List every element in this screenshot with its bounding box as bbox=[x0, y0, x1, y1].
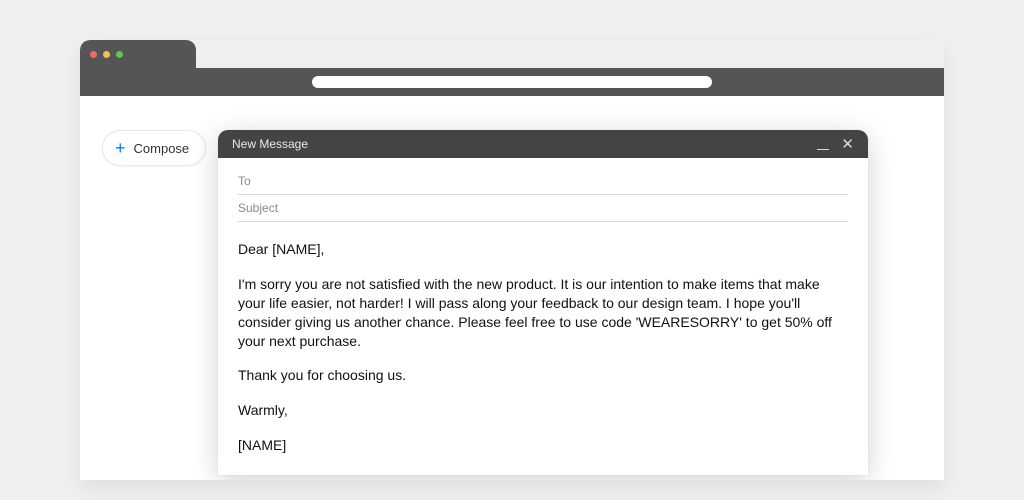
compose-window: New Message ✕ To Subject Dear [NAME], I'… bbox=[218, 130, 868, 475]
signature: Warmly, [NAME] bbox=[238, 401, 848, 455]
minimize-icon[interactable] bbox=[817, 138, 829, 150]
compose-header-actions: ✕ bbox=[817, 137, 854, 152]
subject-field[interactable]: Subject bbox=[238, 195, 848, 222]
compose-button-label: Compose bbox=[134, 141, 190, 156]
plus-icon: + bbox=[115, 139, 126, 157]
close-icon[interactable]: ✕ bbox=[841, 137, 854, 152]
tab-strip bbox=[80, 40, 944, 68]
body-paragraph-1: I'm sorry you are not satisfied with the… bbox=[238, 275, 848, 351]
greeting-line: Dear [NAME], bbox=[238, 240, 848, 259]
signoff-line: Warmly, bbox=[238, 401, 848, 420]
url-input[interactable] bbox=[312, 76, 712, 88]
traffic-light-zoom-icon[interactable] bbox=[116, 51, 123, 58]
compose-header[interactable]: New Message ✕ bbox=[218, 130, 868, 158]
body-paragraph-2: Thank you for choosing us. bbox=[238, 366, 848, 385]
traffic-light-minimize-icon[interactable] bbox=[103, 51, 110, 58]
compose-fields: To Subject bbox=[218, 158, 868, 222]
compose-body[interactable]: Dear [NAME], I'm sorry you are not satis… bbox=[218, 222, 868, 475]
compose-title: New Message bbox=[232, 137, 308, 151]
to-field[interactable]: To bbox=[238, 168, 848, 195]
subject-label: Subject bbox=[238, 201, 278, 215]
compose-button[interactable]: + Compose bbox=[102, 130, 206, 166]
address-bar bbox=[80, 68, 944, 96]
sender-line: [NAME] bbox=[238, 436, 848, 455]
traffic-light-close-icon[interactable] bbox=[90, 51, 97, 58]
browser-tab[interactable] bbox=[80, 40, 196, 68]
browser-window: + Compose New Message ✕ To Subject bbox=[80, 40, 944, 480]
page-body: + Compose New Message ✕ To Subject bbox=[80, 96, 944, 480]
to-label: To bbox=[238, 174, 251, 188]
